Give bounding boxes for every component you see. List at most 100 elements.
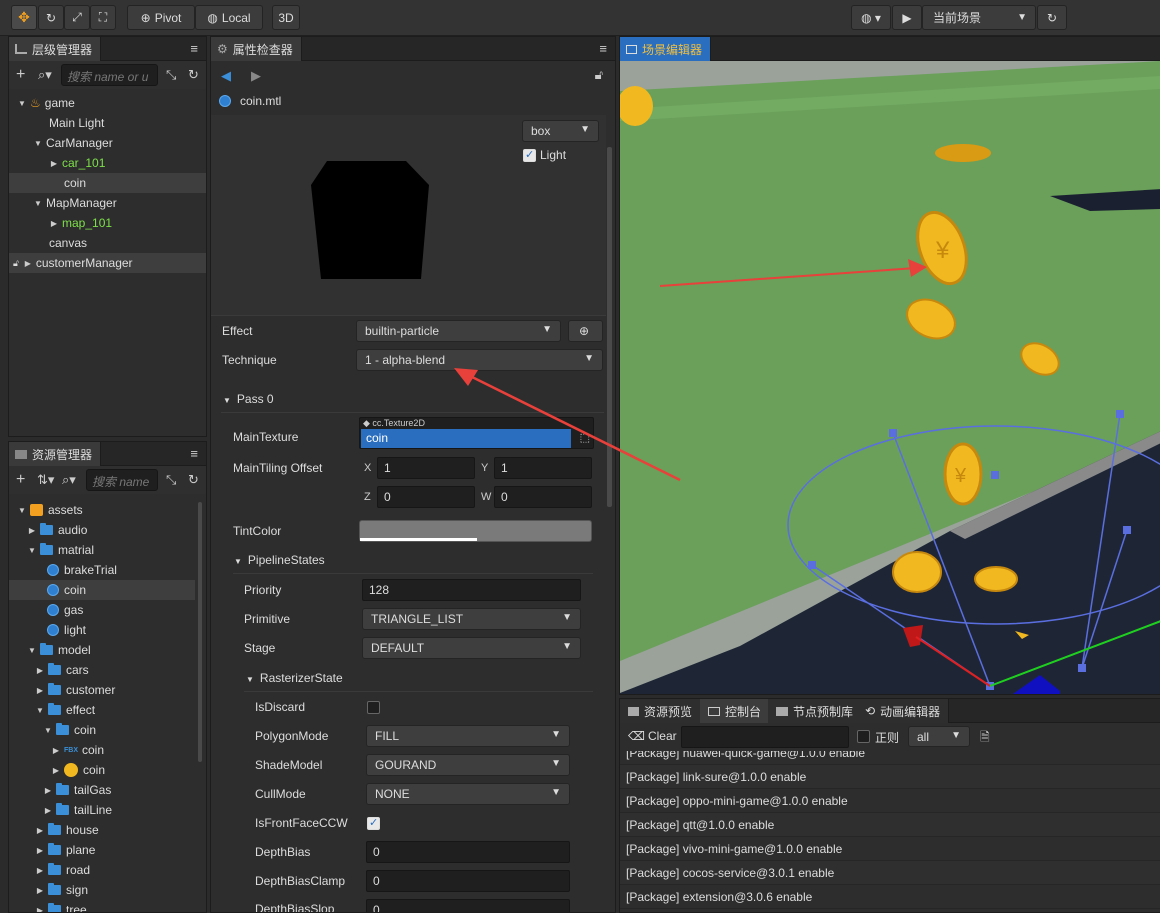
asset-item-audio[interactable]: ▶ audio	[9, 520, 195, 540]
preview-shape-select[interactable]: box ▼	[522, 120, 599, 142]
effect-select[interactable]: builtin-particle ▼	[356, 320, 561, 342]
gizmo-handle[interactable]	[1078, 664, 1086, 672]
tree-item-map-manager[interactable]: ▼ MapManager	[9, 193, 206, 213]
tab-asset-preview[interactable]: 资源预览	[620, 699, 702, 723]
tab-animation-editor[interactable]: ⟲ 动画编辑器	[857, 699, 950, 723]
refresh-icon[interactable]: ↻	[188, 67, 199, 83]
menu-icon[interactable]: ≡	[190, 41, 198, 56]
log-line[interactable]: [Package] extension@3.0.6 enable	[620, 885, 1160, 909]
asset-item-tail-line[interactable]: ▶ tailLine	[9, 800, 195, 820]
asset-item-coin-texture[interactable]: ▶ coin	[9, 760, 195, 780]
tree-item-car-manager[interactable]: ▼ CarManager	[9, 133, 206, 153]
asset-item-assets[interactable]: ▼ assets	[9, 500, 195, 520]
asset-item-sign[interactable]: ▶ sign	[9, 880, 195, 900]
asset-item-effect-coin[interactable]: ▼ coin	[9, 720, 195, 740]
menu-icon[interactable]: ≡	[599, 41, 607, 56]
collapse-icon[interactable]: ⤡	[166, 472, 176, 488]
sort-icon[interactable]: ⇅▾	[37, 472, 54, 488]
gizmo-handle[interactable]	[808, 561, 816, 569]
tree-item-map-101[interactable]: ▶ map_101	[9, 213, 206, 233]
local-button[interactable]: ◍ Local	[195, 5, 263, 30]
asset-item-brake-trial[interactable]: brakeTrial	[9, 560, 195, 580]
console-filter-input[interactable]	[681, 726, 849, 748]
rasterizer-state-section[interactable]: ▼ RasterizerState	[246, 671, 343, 685]
lock-icon[interactable]: 🔓︎	[13, 258, 19, 269]
pipeline-states-section[interactable]: ▼ PipelineStates	[234, 553, 325, 567]
depth-bias-clamp-input[interactable]: 0	[366, 870, 570, 892]
scene-select[interactable]: 当前场景 ▼	[922, 5, 1036, 30]
menu-icon[interactable]: ≡	[190, 446, 198, 461]
pass-0-section[interactable]: ▼ Pass 0	[223, 392, 274, 406]
regex-checkbox[interactable]	[857, 730, 870, 743]
mode-3d-button[interactable]: 3D	[272, 5, 300, 30]
depth-bias-slop-input[interactable]: 0	[366, 899, 570, 912]
forward-icon[interactable]: ▶	[251, 68, 261, 84]
asset-item-light[interactable]: light	[9, 620, 195, 640]
refresh-button[interactable]: ↻	[1037, 5, 1067, 30]
asset-item-effect[interactable]: ▼ effect	[9, 700, 195, 720]
scene-viewport[interactable]: ¥ ¥	[620, 61, 1160, 694]
tree-item-car-101[interactable]: ▶ car_101	[9, 153, 206, 173]
asset-item-gas[interactable]: gas	[9, 600, 195, 620]
pivot-button[interactable]: ⊕ Pivot	[127, 5, 195, 30]
hierarchy-search-input[interactable]: 搜索 name or u	[61, 64, 158, 86]
log-line[interactable]: [Package] huawei-quick-game@1.0.0 enable	[620, 751, 1160, 765]
rect-tool-button[interactable]: ⛶	[90, 5, 116, 30]
gizmo-handle[interactable]	[889, 429, 897, 437]
tab-hierarchy[interactable]: 层级管理器	[9, 37, 102, 61]
preview-light-checkbox[interactable]	[523, 148, 536, 162]
tab-scene-editor[interactable]: 场景编辑器	[620, 37, 712, 61]
log-line[interactable]: [Package] vivo-mini-game@1.0.0 enable	[620, 837, 1160, 861]
refresh-icon[interactable]: ↻	[188, 472, 199, 488]
cull-mode-select[interactable]: NONE ▼	[366, 783, 570, 805]
clear-button[interactable]: ⌫ Clear	[628, 729, 677, 743]
front-face-ccw-checkbox[interactable]	[367, 816, 380, 830]
assets-scrollbar[interactable]	[198, 502, 202, 762]
gizmo-handle[interactable]	[991, 471, 999, 479]
asset-item-tree[interactable]: ▶ tree	[9, 900, 195, 912]
asset-item-coin-fbx[interactable]: ▶ FBX coin	[9, 740, 195, 760]
play-button[interactable]: ▶	[892, 5, 922, 30]
gizmo-handle[interactable]	[1116, 410, 1124, 418]
tab-inspector[interactable]: ⚙ 属性检查器	[211, 37, 302, 61]
add-icon[interactable]: +	[16, 66, 25, 84]
asset-item-cars[interactable]: ▶ cars	[9, 660, 195, 680]
primitive-select[interactable]: TRIANGLE_LIST ▼	[362, 608, 581, 630]
lock-icon[interactable]: 🔓︎	[595, 67, 603, 83]
tree-item-game[interactable]: ▼ ♨ game	[9, 93, 206, 113]
assets-search-input[interactable]: 搜索 name	[86, 469, 158, 491]
tab-console[interactable]: 控制台	[700, 699, 771, 723]
add-icon[interactable]: +	[16, 471, 25, 489]
tree-item-coin[interactable]: coin	[9, 173, 206, 193]
asset-item-customer[interactable]: ▶ customer	[9, 680, 195, 700]
tree-item-customer-manager[interactable]: 🔓︎ ▶ customerManager	[9, 253, 206, 273]
open-log-file-icon[interactable]: 🗎︎	[980, 728, 990, 749]
polygon-mode-select[interactable]: FILL ▼	[366, 725, 570, 747]
tab-assets[interactable]: 资源管理器	[9, 442, 102, 466]
tree-item-canvas[interactable]: canvas	[9, 233, 206, 253]
tab-node-library[interactable]: 节点预制库	[768, 699, 863, 723]
asset-item-road[interactable]: ▶ road	[9, 860, 195, 880]
log-level-select[interactable]: all ▼	[908, 726, 970, 747]
depth-bias-input[interactable]: 0	[366, 841, 570, 863]
asset-item-house[interactable]: ▶ house	[9, 820, 195, 840]
preview-platform-button[interactable]: ◍ ▾	[851, 5, 891, 30]
search-icon[interactable]: ⌕▾	[38, 67, 52, 83]
collapse-icon[interactable]: ⤡	[166, 67, 176, 83]
asset-item-coin-material[interactable]: coin	[9, 580, 195, 600]
priority-input[interactable]: 128	[362, 579, 581, 601]
asset-item-tail-gas[interactable]: ▶ tailGas	[9, 780, 195, 800]
tree-item-main-light[interactable]: Main Light	[9, 113, 206, 133]
asset-item-matrial[interactable]: ▼ matrial	[9, 540, 195, 560]
back-icon[interactable]: ◀	[221, 68, 231, 84]
shade-model-select[interactable]: GOURAND ▼	[366, 754, 570, 776]
scale-tool-button[interactable]: ⤢	[64, 5, 90, 30]
asset-item-model[interactable]: ▼ model	[9, 640, 195, 660]
tint-color-swatch[interactable]	[359, 520, 592, 542]
search-icon[interactable]: ⌕▾	[62, 472, 76, 488]
rotate-tool-button[interactable]: ↻	[38, 5, 64, 30]
asset-item-plane[interactable]: ▶ plane	[9, 840, 195, 860]
locate-effect-button[interactable]: ⊕	[568, 320, 603, 342]
log-line[interactable]: [Package] link-sure@1.0.0 enable	[620, 765, 1160, 789]
stage-select[interactable]: DEFAULT ▼	[362, 637, 581, 659]
